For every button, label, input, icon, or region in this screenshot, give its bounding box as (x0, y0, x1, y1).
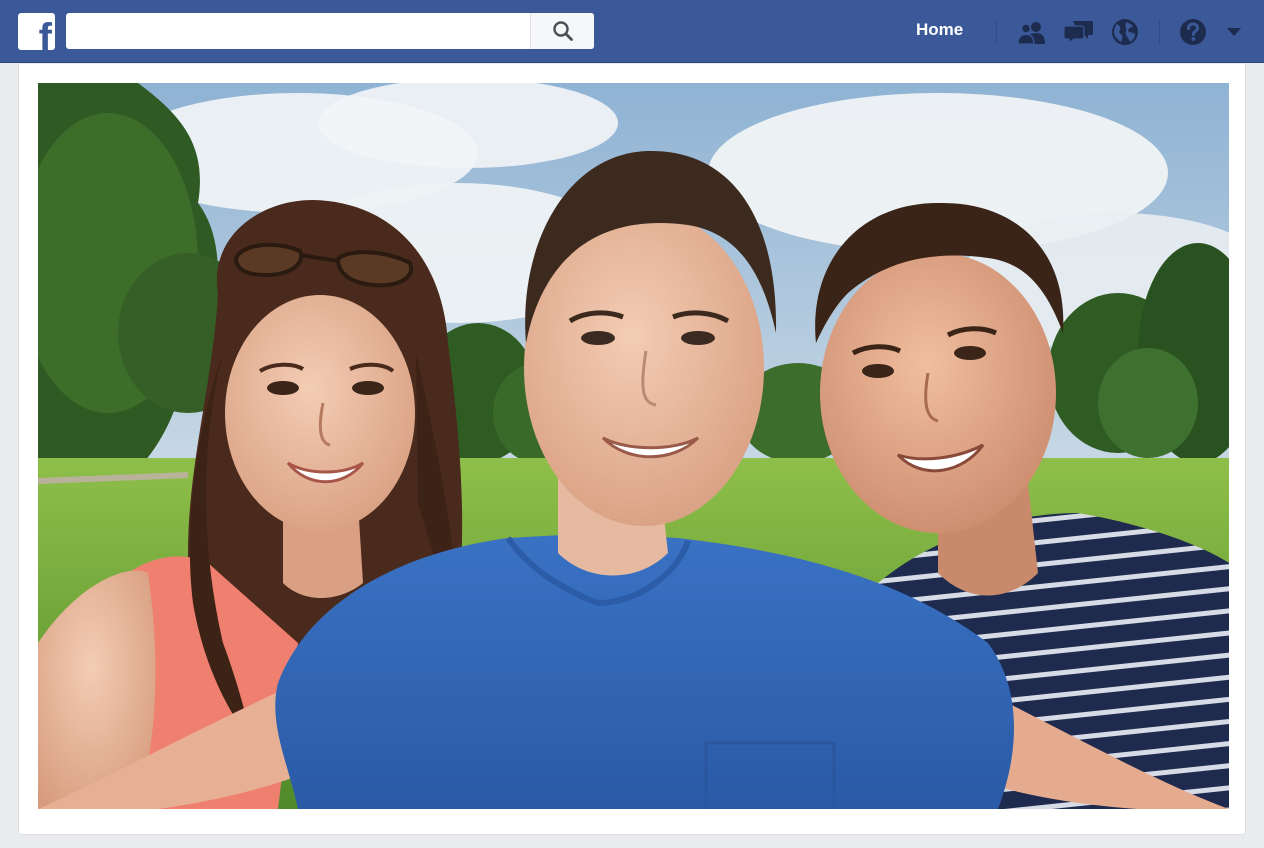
caret-down-icon (1227, 28, 1241, 36)
messages-icon (1064, 21, 1093, 45)
help-button[interactable] (1178, 17, 1208, 47)
messages-button[interactable] (1064, 17, 1094, 47)
search-button[interactable] (530, 13, 594, 49)
nav-home-link[interactable]: Home (916, 20, 963, 40)
search-icon (552, 21, 573, 41)
account-menu-button[interactable] (1219, 17, 1249, 47)
notifications-button[interactable] (1110, 17, 1140, 47)
help-icon (1180, 19, 1206, 45)
logo-letter: f (38, 16, 52, 50)
globe-notifications-icon (1112, 19, 1138, 45)
nav-divider (1159, 20, 1160, 44)
facebook-logo[interactable]: f (18, 13, 55, 50)
friend-requests-button[interactable] (1017, 17, 1047, 47)
friend-requests-icon (1017, 22, 1045, 44)
search-box (66, 13, 594, 49)
top-navigation-bar: f Home (0, 0, 1264, 63)
nav-divider (996, 20, 997, 44)
post-photo[interactable] (38, 83, 1229, 809)
selfie-photo-image (38, 83, 1229, 809)
search-input[interactable] (66, 13, 530, 49)
